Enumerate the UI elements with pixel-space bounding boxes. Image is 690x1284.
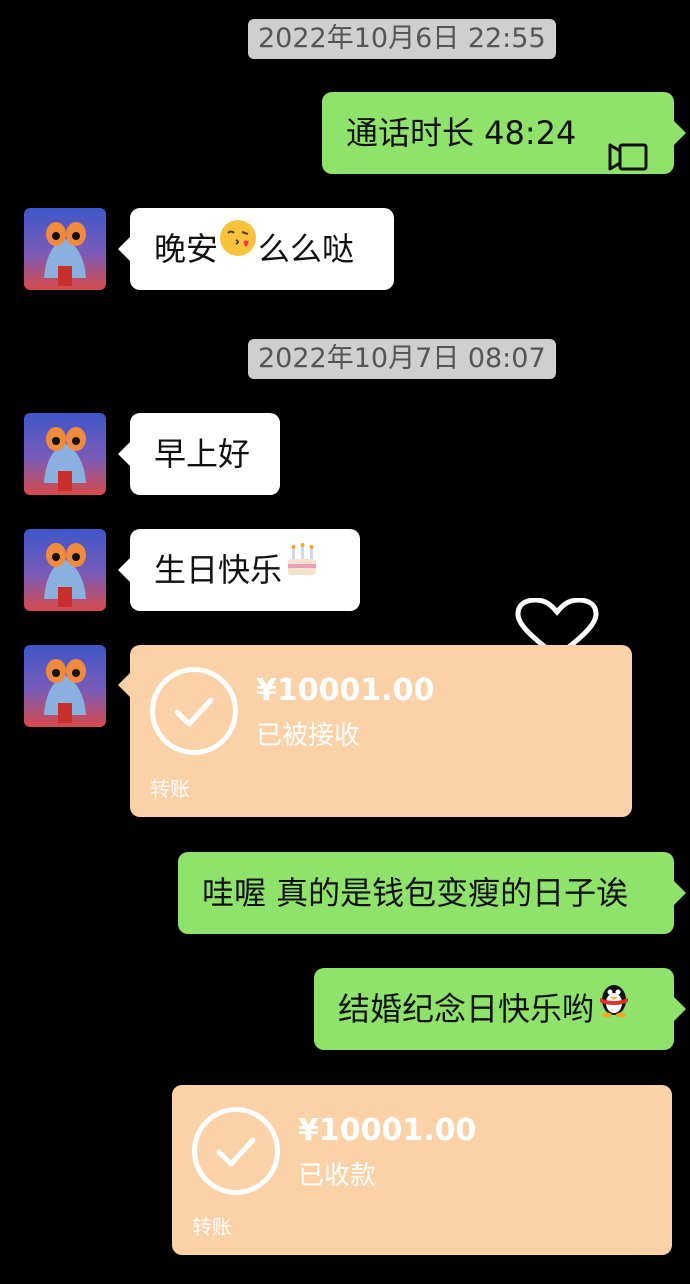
check-circle-icon xyxy=(192,1107,280,1195)
call-duration-message[interactable]: 通话时长 48:24 xyxy=(322,92,686,174)
good-morning-message[interactable]: 早上好 xyxy=(118,413,280,495)
contact-avatar[interactable] xyxy=(24,645,106,727)
contact-avatar[interactable] xyxy=(24,529,106,611)
timestamp: 2022年10月7日 08:07 xyxy=(248,339,556,379)
transfer-card-received[interactable]: ¥10001.00 已被接收 转账 xyxy=(118,645,632,817)
transfer-status: 已被接收 xyxy=(256,721,361,751)
birthday-cake-emoji-icon xyxy=(282,527,322,609)
wow-reply-message[interactable]: 哇喔 真的是钱包变瘦的日子诶 xyxy=(178,852,686,934)
transfer-amount: ¥10001.00 xyxy=(298,1113,477,1148)
video-call-icon xyxy=(606,119,650,201)
goodnight-text-a: 晚安 xyxy=(154,230,219,268)
anniversary-message[interactable]: 结婚纪念日快乐哟 xyxy=(314,966,686,1050)
penguin-emoji-icon xyxy=(594,966,634,1048)
transfer-status: 已收款 xyxy=(298,1161,377,1191)
transfer-label: 转账 xyxy=(192,1215,232,1239)
kiss-emoji-icon xyxy=(218,206,258,288)
anniversary-text: 结婚纪念日快乐哟 xyxy=(338,990,595,1028)
transfer-amount: ¥10001.00 xyxy=(256,673,435,708)
wow-reply-text: 哇喔 真的是钱包变瘦的日子诶 xyxy=(202,874,629,912)
goodnight-text-b: 么么哒 xyxy=(258,230,355,268)
call-duration-text: 通话时长 48:24 xyxy=(346,114,577,152)
contact-avatar[interactable] xyxy=(24,413,106,495)
good-morning-text: 早上好 xyxy=(154,435,251,473)
transfer-label: 转账 xyxy=(150,777,190,801)
birthday-text: 生日快乐 xyxy=(154,551,283,589)
transfer-card-collected[interactable]: ¥10001.00 已收款 转账 xyxy=(172,1085,672,1255)
birthday-message[interactable]: 生日快乐 xyxy=(118,527,360,611)
contact-avatar[interactable] xyxy=(24,208,106,290)
goodnight-message[interactable]: 晚安 么么哒 xyxy=(118,206,394,290)
timestamp: 2022年10月6日 22:55 xyxy=(248,19,556,59)
check-circle-icon xyxy=(150,667,238,755)
